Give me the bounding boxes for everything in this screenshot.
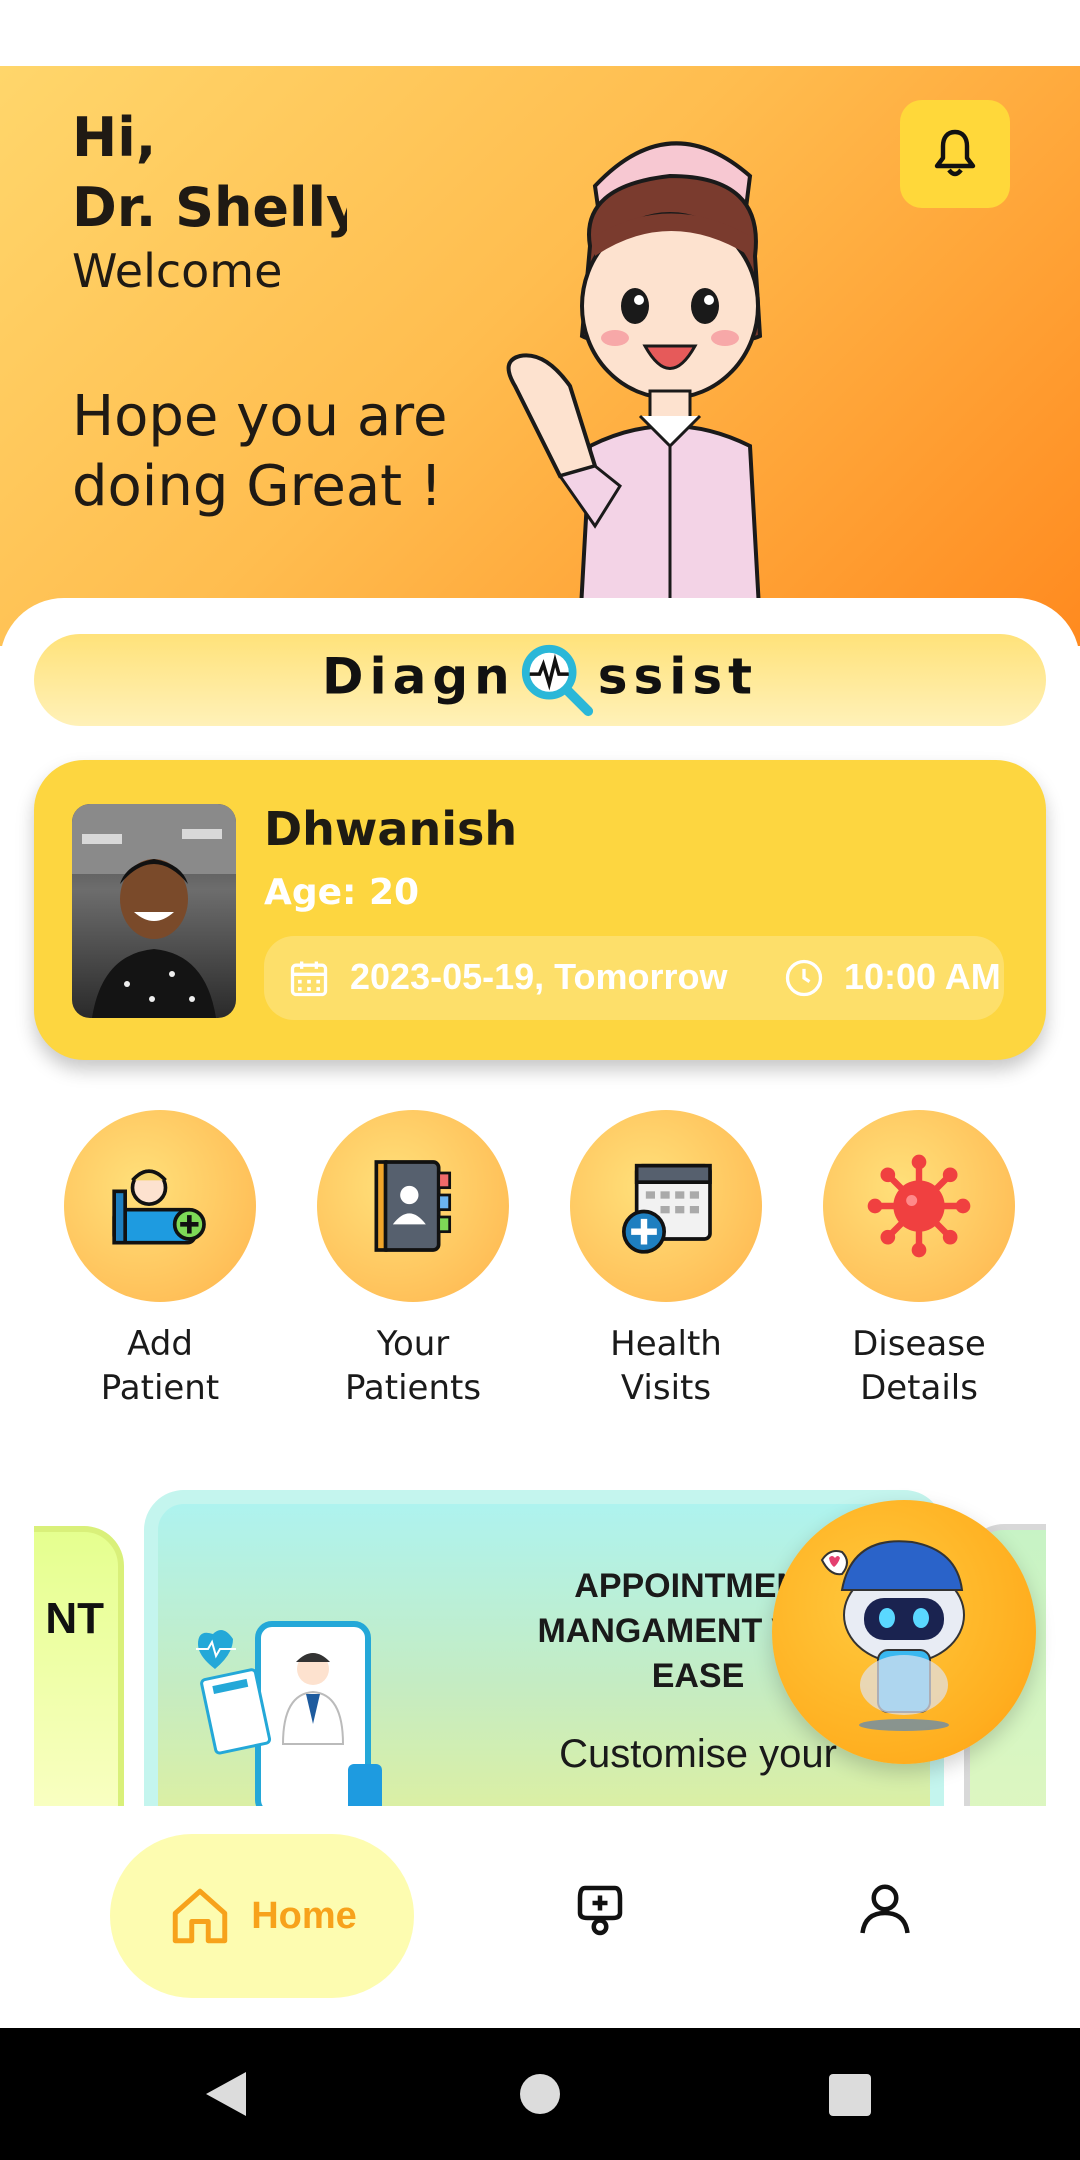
greeting-hi: Hi,: [72, 106, 157, 169]
home-icon: [172, 1888, 228, 1944]
health-visits-action[interactable]: Health Visits: [551, 1110, 781, 1410]
calendar-icon: [290, 961, 328, 997]
nav-home[interactable]: Home: [110, 1834, 414, 1998]
carousel-slide-previous[interactable]: NT: [34, 1526, 124, 1806]
robot-icon: [820, 1540, 965, 1731]
virus-icon: [823, 1110, 1015, 1302]
welcome-text: Welcome: [72, 244, 283, 298]
greeting-header: Hi, Dr. Shelly A Welcome Hope you are do…: [0, 66, 1080, 646]
chatbot-button[interactable]: [772, 1500, 1036, 1764]
greeting-message: Hope you are doing Great !: [72, 384, 448, 519]
home-circle-icon[interactable]: [520, 2074, 560, 2114]
clock-icon: [785, 959, 823, 997]
doctor-phone-illustration: [196, 1621, 382, 1806]
disease-details-action[interactable]: Disease Details: [804, 1110, 1034, 1410]
nav-profile[interactable]: [855, 1878, 915, 1943]
app-screen: Hi, Dr. Shelly A Welcome Hope you are do…: [0, 0, 1080, 2160]
nav-medical[interactable]: [570, 1878, 630, 1943]
bell-icon: [934, 129, 976, 177]
qa-label-line2: Patients: [344, 1368, 482, 1408]
doctor-name: Dr. Shelly A: [72, 176, 347, 239]
nav-home-label: Home: [251, 1894, 357, 1937]
notification-button[interactable]: [900, 100, 1010, 208]
patient-avatar: [72, 804, 236, 1018]
nurse-illustration: [506, 141, 763, 626]
add-patient-icon: [64, 1110, 256, 1302]
qa-label-line1: Your: [376, 1324, 450, 1364]
add-patient-action[interactable]: Add Patient: [45, 1110, 275, 1410]
qa-label-line1: Disease: [852, 1324, 986, 1364]
upcoming-appointment-card[interactable]: Dhwanish Age: 20 2023-05-19, Tomorrow 10…: [34, 760, 1046, 1060]
brand-text-part2: ssist: [597, 647, 759, 706]
your-patients-action[interactable]: Your Patients: [298, 1110, 528, 1410]
qa-label-line1: Health: [610, 1324, 722, 1364]
magnifier-heartbeat-icon: [521, 644, 593, 717]
qa-label-line2: Details: [860, 1368, 978, 1408]
qa-label-line2: Visits: [620, 1368, 712, 1408]
qa-label-line2: Patient: [100, 1368, 220, 1408]
appointment-schedule: 2023-05-19, Tomorrow 10:00 AM: [264, 936, 1004, 1020]
patient-age: Age: 20: [264, 872, 420, 913]
appointment-time: 10:00 AM: [844, 956, 1001, 997]
bottom-navigation: Home: [0, 1808, 1080, 2028]
patient-name: Dhwanish: [264, 802, 518, 856]
brand-banner: Diagn ssist: [34, 634, 1046, 726]
calendar-plus-icon: [570, 1110, 762, 1302]
carousel-slide-previous-text: NT: [45, 1594, 104, 1643]
back-icon[interactable]: [204, 2070, 248, 2118]
appointment-date: 2023-05-19, Tomorrow: [350, 956, 728, 997]
system-navigation-bar: [0, 2028, 1080, 2160]
doctor-bag-icon: [577, 1885, 623, 1936]
profile-icon: [860, 1884, 910, 1934]
patients-book-icon: [317, 1110, 509, 1302]
brand-text-part1: Diagn: [321, 647, 516, 706]
recents-square-icon[interactable]: [829, 2074, 871, 2116]
qa-label-line1: Add: [127, 1324, 193, 1364]
